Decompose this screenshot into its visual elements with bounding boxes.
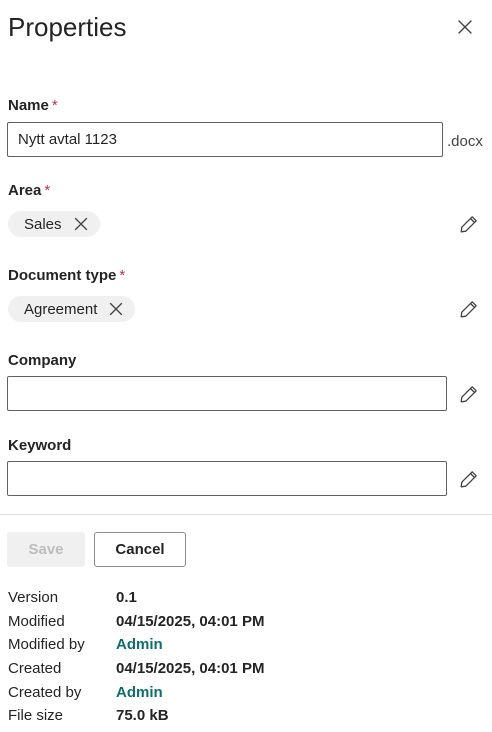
created-by-link[interactable]: Admin xyxy=(116,682,163,704)
close-icon[interactable] xyxy=(457,19,473,35)
panel-title: Properties xyxy=(8,12,127,42)
edit-document-type-pencil-icon[interactable] xyxy=(459,299,479,319)
created-by-label: Created by xyxy=(8,684,82,701)
name-input[interactable] xyxy=(7,122,443,157)
file-size-label: File size xyxy=(8,707,64,724)
area-field-label: Area * xyxy=(8,181,50,201)
document-type-field-label: Document type * xyxy=(8,266,125,286)
edit-company-pencil-icon[interactable] xyxy=(459,384,479,404)
modified-by-label: Modified by xyxy=(8,636,85,653)
name-field-label: Name * xyxy=(8,96,58,116)
keyword-input[interactable] xyxy=(7,461,447,496)
cancel-button[interactable]: Cancel xyxy=(94,532,186,567)
document-type-tag-label: Agreement xyxy=(24,300,98,318)
area-tag: Sales xyxy=(8,211,100,237)
required-marker: * xyxy=(44,182,51,199)
required-marker: * xyxy=(51,97,58,114)
document-type-tag: Agreement xyxy=(8,296,136,322)
remove-area-tag-button[interactable] xyxy=(74,217,88,231)
version-label: Version xyxy=(8,589,59,606)
company-input[interactable] xyxy=(7,376,447,411)
created-value: 04/15/2025, 04:01 PM xyxy=(116,660,265,677)
company-field-label: Company xyxy=(8,352,77,369)
created-by-row: Created by Admin xyxy=(8,682,478,704)
version-row: Version 0.1 xyxy=(8,587,478,609)
file-extension: .docx xyxy=(447,133,483,150)
file-size-value: 75.0 kB xyxy=(116,707,169,724)
file-size-row: File size 75.0 kB xyxy=(8,705,478,727)
modified-value: 04/15/2025, 04:01 PM xyxy=(116,613,265,630)
dismiss-icon[interactable] xyxy=(109,302,123,316)
name-label-text: Name xyxy=(8,97,49,114)
edit-keyword-pencil-icon[interactable] xyxy=(459,469,479,489)
modified-row: Modified 04/15/2025, 04:01 PM xyxy=(8,611,478,633)
area-label-text: Area xyxy=(8,182,42,199)
divider xyxy=(0,514,492,515)
version-value: 0.1 xyxy=(116,589,137,606)
modified-label: Modified xyxy=(8,613,65,630)
save-button[interactable]: Save xyxy=(7,532,85,567)
created-label: Created xyxy=(8,660,62,677)
close-button[interactable] xyxy=(452,14,478,40)
area-tag-label: Sales xyxy=(24,215,62,233)
keyword-field-label: Keyword xyxy=(8,437,72,454)
document-type-label-text: Document type xyxy=(8,267,117,284)
required-marker: * xyxy=(119,267,126,284)
dismiss-icon[interactable] xyxy=(74,217,88,231)
remove-document-type-tag-button[interactable] xyxy=(109,302,123,316)
modified-by-row: Modified by Admin xyxy=(8,634,478,656)
edit-area-pencil-icon[interactable] xyxy=(459,214,479,234)
created-row: Created 04/15/2025, 04:01 PM xyxy=(8,658,478,680)
modified-by-link[interactable]: Admin xyxy=(116,634,163,656)
